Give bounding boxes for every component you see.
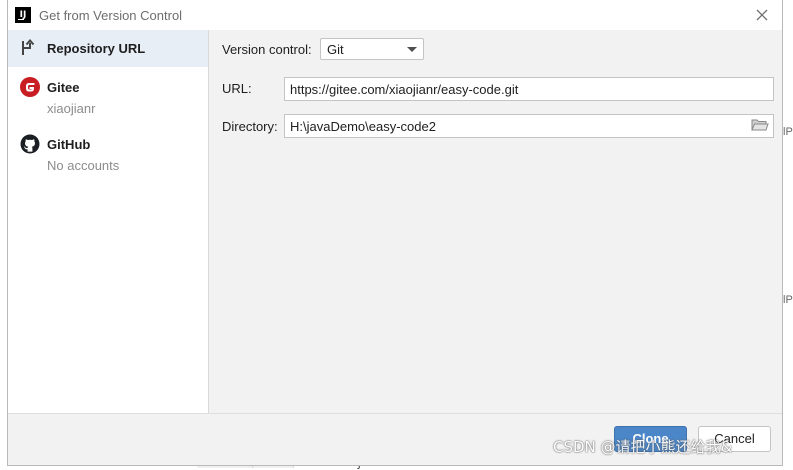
sidebar-item-label: Repository URL	[47, 41, 146, 56]
sidebar-item-label: GitHub	[47, 137, 91, 152]
get-from-vcs-dialog: IJ Get from Version Control Repository U…	[7, 0, 783, 466]
directory-label: Directory:	[222, 119, 278, 134]
repository-url-panel: Version control: Git URL: Directory:	[209, 30, 782, 413]
directory-input[interactable]	[284, 114, 774, 138]
url-input[interactable]	[284, 77, 774, 101]
chevron-down-icon	[407, 47, 417, 52]
close-button[interactable]	[752, 5, 772, 25]
sidebar-item-repository-url[interactable]: Repository URL	[8, 30, 208, 67]
intellij-app-icon: IJ	[15, 7, 31, 23]
gitee-logo-icon	[20, 77, 40, 97]
account-status: No accounts	[47, 158, 120, 173]
dialog-title: Get from Version Control	[39, 8, 183, 23]
source-sidebar: Repository URL Gitee xiaojianr GitHub No…	[8, 30, 209, 413]
title-bar: IJ Get from Version Control	[8, 0, 782, 30]
version-control-value: Git	[327, 42, 344, 57]
sidebar-item-github[interactable]: GitHub No accounts	[8, 127, 208, 179]
vcs-arrow-icon	[22, 38, 35, 55]
sidebar-item-gitee[interactable]: Gitee xiaojianr	[8, 70, 208, 122]
background-edge-text: lP	[783, 126, 793, 138]
clone-button[interactable]: Clone	[614, 426, 687, 452]
sidebar-item-label: Gitee	[47, 80, 80, 95]
cancel-button[interactable]: Cancel	[698, 426, 771, 452]
github-logo-icon	[20, 134, 40, 154]
version-control-label: Version control:	[222, 42, 312, 57]
url-label: URL:	[222, 81, 252, 96]
version-control-dropdown[interactable]: Git	[320, 38, 424, 60]
background-edge-text: lP	[783, 294, 793, 306]
account-name: xiaojianr	[47, 101, 96, 116]
close-icon	[756, 9, 768, 21]
dialog-footer: Clone Cancel	[8, 413, 782, 465]
browse-folder-icon[interactable]	[751, 118, 769, 132]
